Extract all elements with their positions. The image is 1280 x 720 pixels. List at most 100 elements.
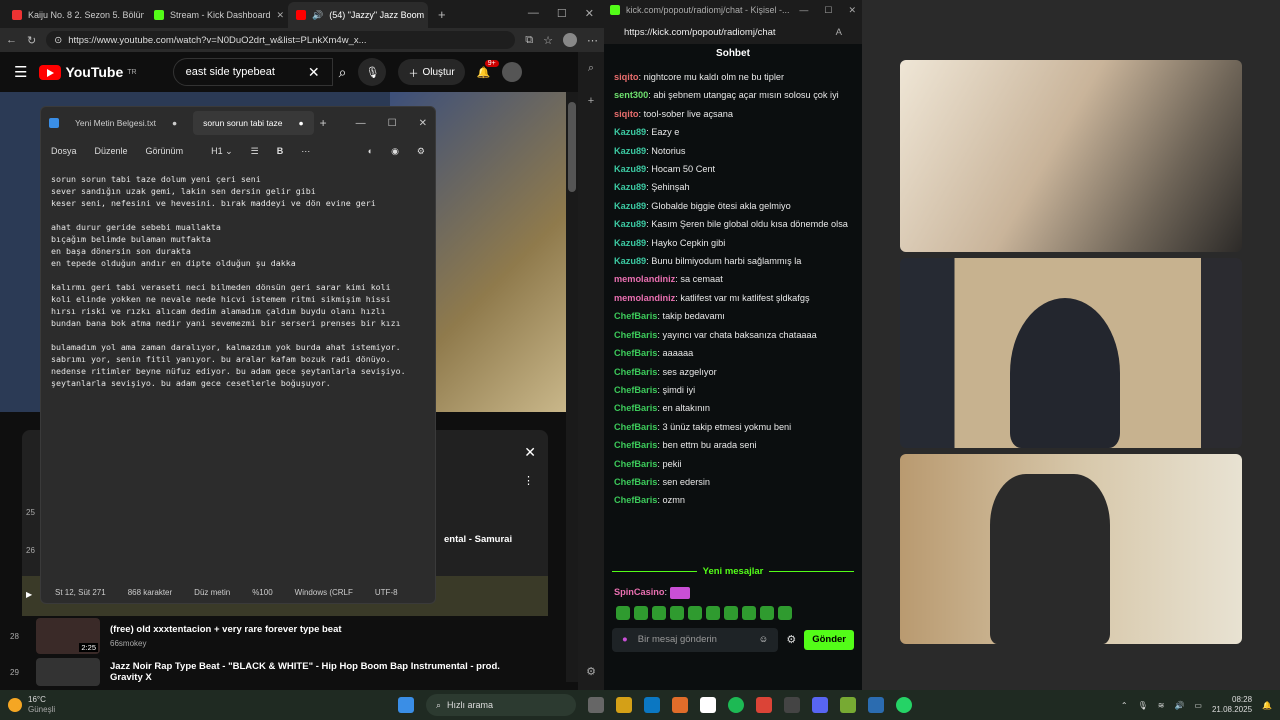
emote-icon[interactable] [634,605,648,620]
steam-icon[interactable] [784,697,800,713]
mic-icon[interactable]: ● [622,634,628,645]
emote-icon[interactable] [688,605,702,620]
maximize-icon[interactable]: ☐ [557,7,567,20]
video-title[interactable]: Jazz Noir Rap Type Beat - "BLACK & WHITE… [110,661,500,683]
list-item[interactable]: 28 2:25 (free) old xxxtentacion + very r… [0,616,566,656]
profile-avatar[interactable] [563,33,577,47]
emote-icon[interactable] [778,605,792,620]
bold-icon[interactable]: B [277,146,284,156]
chat-username[interactable]: Kazu89 [614,146,646,156]
battery-icon[interactable]: ▭ [1194,701,1202,710]
site-info-icon[interactable]: ⊙ [54,35,62,46]
url-field[interactable]: ⊙ https://www.youtube.com/watch?v=N0DuO2d… [46,31,516,49]
weather-widget[interactable]: 16°C Güneşli [8,695,128,715]
speaker-icon[interactable]: 🔊 [312,10,323,21]
search-icon[interactable]: ⌕ [588,62,594,75]
reload-icon[interactable]: ↻ [27,34,36,47]
maximize-icon[interactable]: ☐ [388,118,397,129]
channel-name[interactable]: 66smokey [110,639,342,648]
chat-username[interactable]: ChefBaris [614,330,657,340]
chat-username[interactable]: Kazu89 [614,127,646,137]
emote-icon[interactable] [670,605,684,620]
tab-kick-dashboard[interactable]: Stream - Kick Dashboard ✕ [146,2,286,28]
video-thumbnail[interactable] [36,658,100,686]
emote-icon[interactable] [760,605,774,620]
favorite-icon[interactable]: ☆ [543,34,553,47]
close-icon[interactable]: ✕ [524,444,536,461]
clock[interactable]: 08:28 21.08.2025 [1212,695,1252,715]
chat-username[interactable]: ChefBaris [614,348,657,358]
emoji-icon[interactable]: ☺ [759,634,769,645]
chat-input[interactable]: ● Bir mesaj gönderin ☺ [612,627,779,652]
file-explorer-icon[interactable] [616,697,632,713]
settings-icon[interactable]: ⚙ [586,665,596,678]
chat-username[interactable]: ChefBaris [614,477,657,487]
close-icon[interactable]: ✕ [419,118,427,129]
settings-icon[interactable]: ⚙ [786,633,796,646]
chat-username[interactable]: ChefBaris [614,459,657,469]
app-icon[interactable] [840,697,856,713]
discord-icon[interactable] [812,697,828,713]
chat-username[interactable]: Kazu89 [614,201,646,211]
emote-icon[interactable] [652,605,666,620]
notification-icon[interactable]: 🔔 [1262,701,1272,710]
chat-username[interactable]: Kazu89 [614,164,646,174]
menu-edit[interactable]: Düzenle [95,146,128,156]
tab-kaiju[interactable]: Kaiju No. 8 2. Sezon 5. Bölüm✕ [4,2,144,28]
playlist-item-title[interactable]: ental - Samurai [444,534,512,545]
menu-view[interactable]: Görünüm [146,146,184,156]
search-input[interactable]: east side typebeat ✕ [172,58,333,86]
chrome-icon[interactable] [756,697,772,713]
chat-username[interactable]: Kazu89 [614,256,646,266]
page-scrollbar[interactable] [566,92,578,682]
back-icon[interactable]: ← [6,34,17,46]
notepad-text-area[interactable]: sorun sorun tabi taze dolum yeni çeri se… [41,163,435,563]
more-icon[interactable]: ⋮ [523,474,534,487]
task-view-icon[interactable] [588,697,604,713]
chat-username[interactable]: memolandiniz [614,293,675,303]
whatsapp-icon[interactable] [896,697,912,713]
extensions-icon[interactable]: ⧉ [525,34,533,47]
chat-username[interactable]: ChefBaris [614,403,657,413]
clear-icon[interactable]: ✕ [308,64,320,81]
chat-username[interactable]: ChefBaris [614,385,657,395]
volume-icon[interactable]: 🔊 [1174,701,1184,710]
chat-username[interactable]: sent300 [614,90,648,100]
close-icon[interactable]: ✕ [848,5,856,16]
youtube-logo[interactable]: YouTube TR [39,64,137,80]
spotify-icon[interactable] [728,697,744,713]
mic-icon[interactable]: 🎙 [358,58,387,86]
create-button[interactable]: ＋ Oluştur [398,59,465,85]
tab-youtube[interactable]: 🔊(54) "Jazzy" Jazz Boom✕ [288,2,428,28]
chat-username[interactable]: ChefBaris [614,367,657,377]
start-icon[interactable] [398,697,414,713]
video-thumbnail[interactable]: 2:25 [36,618,100,654]
notifications-icon[interactable]: 🔔 9+ [477,59,499,79]
unsaved-dot-icon[interactable]: ● [299,118,304,128]
chevron-up-icon[interactable]: ⌃ [1121,701,1128,710]
video-title[interactable]: (free) old xxxtentacion + very rare fore… [110,624,342,635]
chat-username[interactable]: ChefBaris [614,440,657,450]
unsaved-dot-icon[interactable]: ● [172,118,177,128]
copilot-icon[interactable]: ◐ [368,146,373,156]
emote-icon[interactable] [706,605,720,620]
search-icon[interactable]: ⌕ [339,64,347,81]
minimize-icon[interactable]: — [528,7,539,20]
send-button[interactable]: Gönder [804,629,854,650]
chat-username[interactable]: SpinCasino [614,587,665,597]
notepad-tab-1[interactable]: Yeni Metin Belgesi.txt ● [65,111,187,135]
hamburger-icon[interactable]: ☰ [14,63,27,81]
new-messages-divider[interactable]: Yeni mesajlar [612,566,854,577]
new-tab-button[interactable]: + [430,7,454,28]
read-aloud-icon[interactable]: A [836,27,842,38]
minimize-icon[interactable]: — [799,5,808,16]
add-icon[interactable]: + [588,95,594,107]
notepad-taskbar-icon[interactable] [868,697,884,713]
close-icon[interactable]: ✕ [277,10,285,21]
mic-icon[interactable]: 🎙 [1138,701,1148,710]
more-icon[interactable]: ⋯ [301,146,310,157]
heading-dropdown[interactable]: H1 ⌄ [211,146,233,157]
chat-username[interactable]: memolandiniz [614,274,675,284]
chat-username[interactable]: Kazu89 [614,238,646,248]
settings-icon[interactable]: ⚙ [417,146,425,157]
